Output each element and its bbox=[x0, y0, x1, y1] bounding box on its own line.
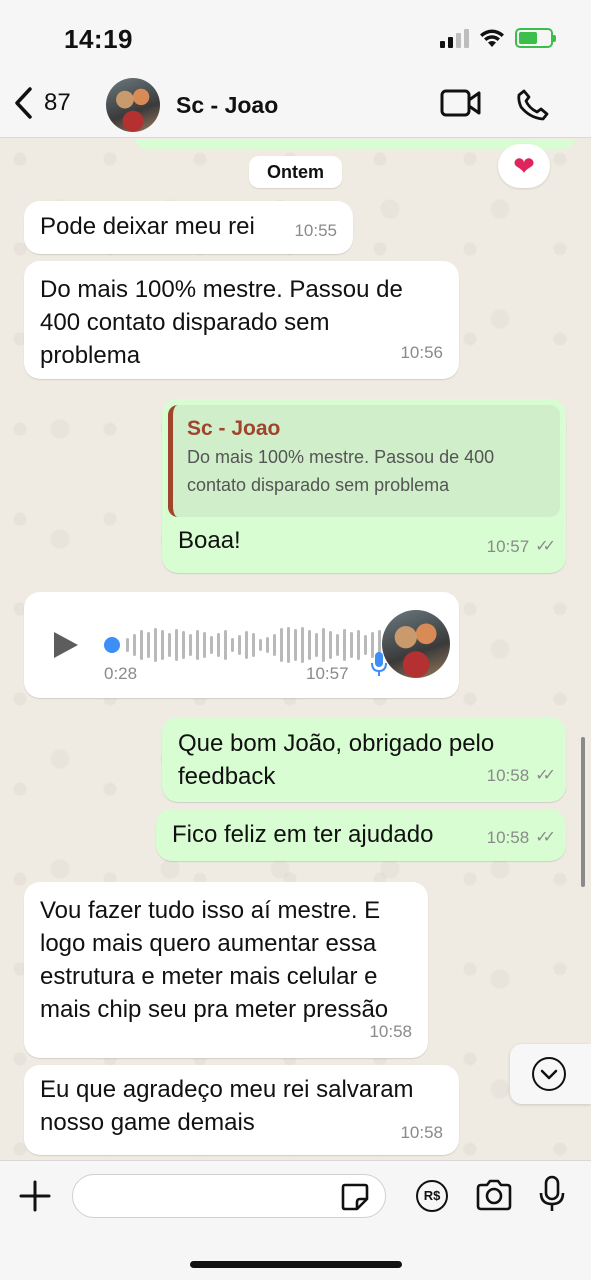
message-input-bar: R$ bbox=[0, 1160, 591, 1280]
message-bubble[interactable]: Eu que agradeço meu rei salvaram nosso g… bbox=[24, 1065, 459, 1155]
pix-payment-icon[interactable]: R$ bbox=[416, 1180, 448, 1212]
voice-duration: 0:28 bbox=[104, 664, 138, 683]
message-time: 10:58 bbox=[486, 828, 530, 847]
voice-waveform[interactable] bbox=[104, 625, 395, 665]
message-bubble[interactable]: Que bom João, obrigado pelo feedback 10:… bbox=[162, 717, 566, 802]
status-time: 14:19 bbox=[64, 24, 133, 54]
message-time: 10:58 bbox=[486, 766, 530, 785]
message-text: Eu que agradeço meu rei salvaram nosso g… bbox=[40, 1076, 414, 1136]
message-bubble[interactable]: Do mais 100% mestre. Passou de 400 conta… bbox=[24, 261, 459, 379]
chevron-left-icon bbox=[15, 87, 32, 119]
status-bar: 14:19 bbox=[0, 0, 591, 76]
chevron-down-icon bbox=[532, 1057, 566, 1091]
read-receipt-icon: ✓✓ bbox=[535, 829, 556, 846]
message-time: 10:58 bbox=[400, 1123, 443, 1142]
voice-message[interactable]: 0:28 10:57 bbox=[24, 592, 459, 698]
contact-avatar[interactable] bbox=[106, 78, 160, 132]
message-time: 10:57 bbox=[306, 664, 349, 683]
quoted-message[interactable]: Sc - Joao Do mais 100% mestre. Passou de… bbox=[168, 405, 560, 517]
sender-avatar bbox=[382, 610, 450, 678]
message-bubble[interactable]: Vou fazer tudo isso aí mestre. E logo ma… bbox=[24, 882, 428, 1058]
video-call-icon[interactable] bbox=[440, 88, 482, 118]
heart-reaction-icon[interactable]: ❤ bbox=[498, 144, 550, 188]
message-text: Vou fazer tudo isso aí mestre. E logo ma… bbox=[40, 897, 389, 1023]
chat-area[interactable]: ❤ Ontem Pode deixar meu rei 10:55 Do mai… bbox=[0, 139, 591, 1160]
message-input[interactable] bbox=[72, 1174, 386, 1218]
scrollbar[interactable] bbox=[581, 737, 585, 887]
message-time: 10:57 bbox=[486, 537, 530, 556]
phone-call-icon[interactable] bbox=[516, 88, 550, 122]
home-indicator[interactable] bbox=[190, 1261, 402, 1268]
sticker-icon[interactable] bbox=[340, 1182, 370, 1212]
read-receipt-icon: ✓✓ bbox=[535, 538, 556, 555]
unread-count: 87 bbox=[44, 89, 71, 116]
wifi-icon bbox=[480, 29, 504, 47]
message-time: 10:56 bbox=[400, 343, 443, 362]
message-text: Do mais 100% mestre. Passou de 400 conta… bbox=[40, 276, 403, 369]
microphone-icon bbox=[371, 652, 387, 676]
message-time: 10:55 bbox=[294, 221, 337, 240]
message-bubble[interactable]: Pode deixar meu rei 10:55 bbox=[24, 201, 353, 254]
message-time: 10:58 bbox=[369, 1022, 412, 1041]
camera-icon[interactable] bbox=[475, 1179, 513, 1211]
play-icon[interactable] bbox=[54, 632, 78, 658]
playback-position-dot[interactable] bbox=[104, 637, 120, 653]
contact-name[interactable]: Sc - Joao bbox=[176, 92, 278, 119]
back-button[interactable]: 87 bbox=[12, 86, 71, 120]
scroll-to-bottom-button[interactable] bbox=[510, 1044, 591, 1104]
status-icons bbox=[440, 28, 556, 48]
microphone-icon[interactable] bbox=[538, 1175, 566, 1213]
plus-icon[interactable] bbox=[18, 1179, 52, 1213]
signal-icon bbox=[440, 28, 469, 48]
message-bubble-reply[interactable]: Sc - Joao Do mais 100% mestre. Passou de… bbox=[162, 399, 566, 573]
read-receipt-icon: ✓✓ bbox=[535, 767, 556, 784]
date-divider: Ontem bbox=[249, 156, 342, 188]
quote-author: Sc - Joao bbox=[187, 417, 281, 440]
battery-icon bbox=[515, 28, 556, 48]
message-text: Boaa! bbox=[178, 527, 241, 554]
chat-header: 87 Sc - Joao bbox=[0, 76, 591, 138]
message-bubble[interactable]: Fico feliz em ter ajudado 10:58 ✓✓ bbox=[156, 809, 566, 861]
quote-text: Do mais 100% mestre. Passou de 400 conta… bbox=[187, 447, 495, 495]
